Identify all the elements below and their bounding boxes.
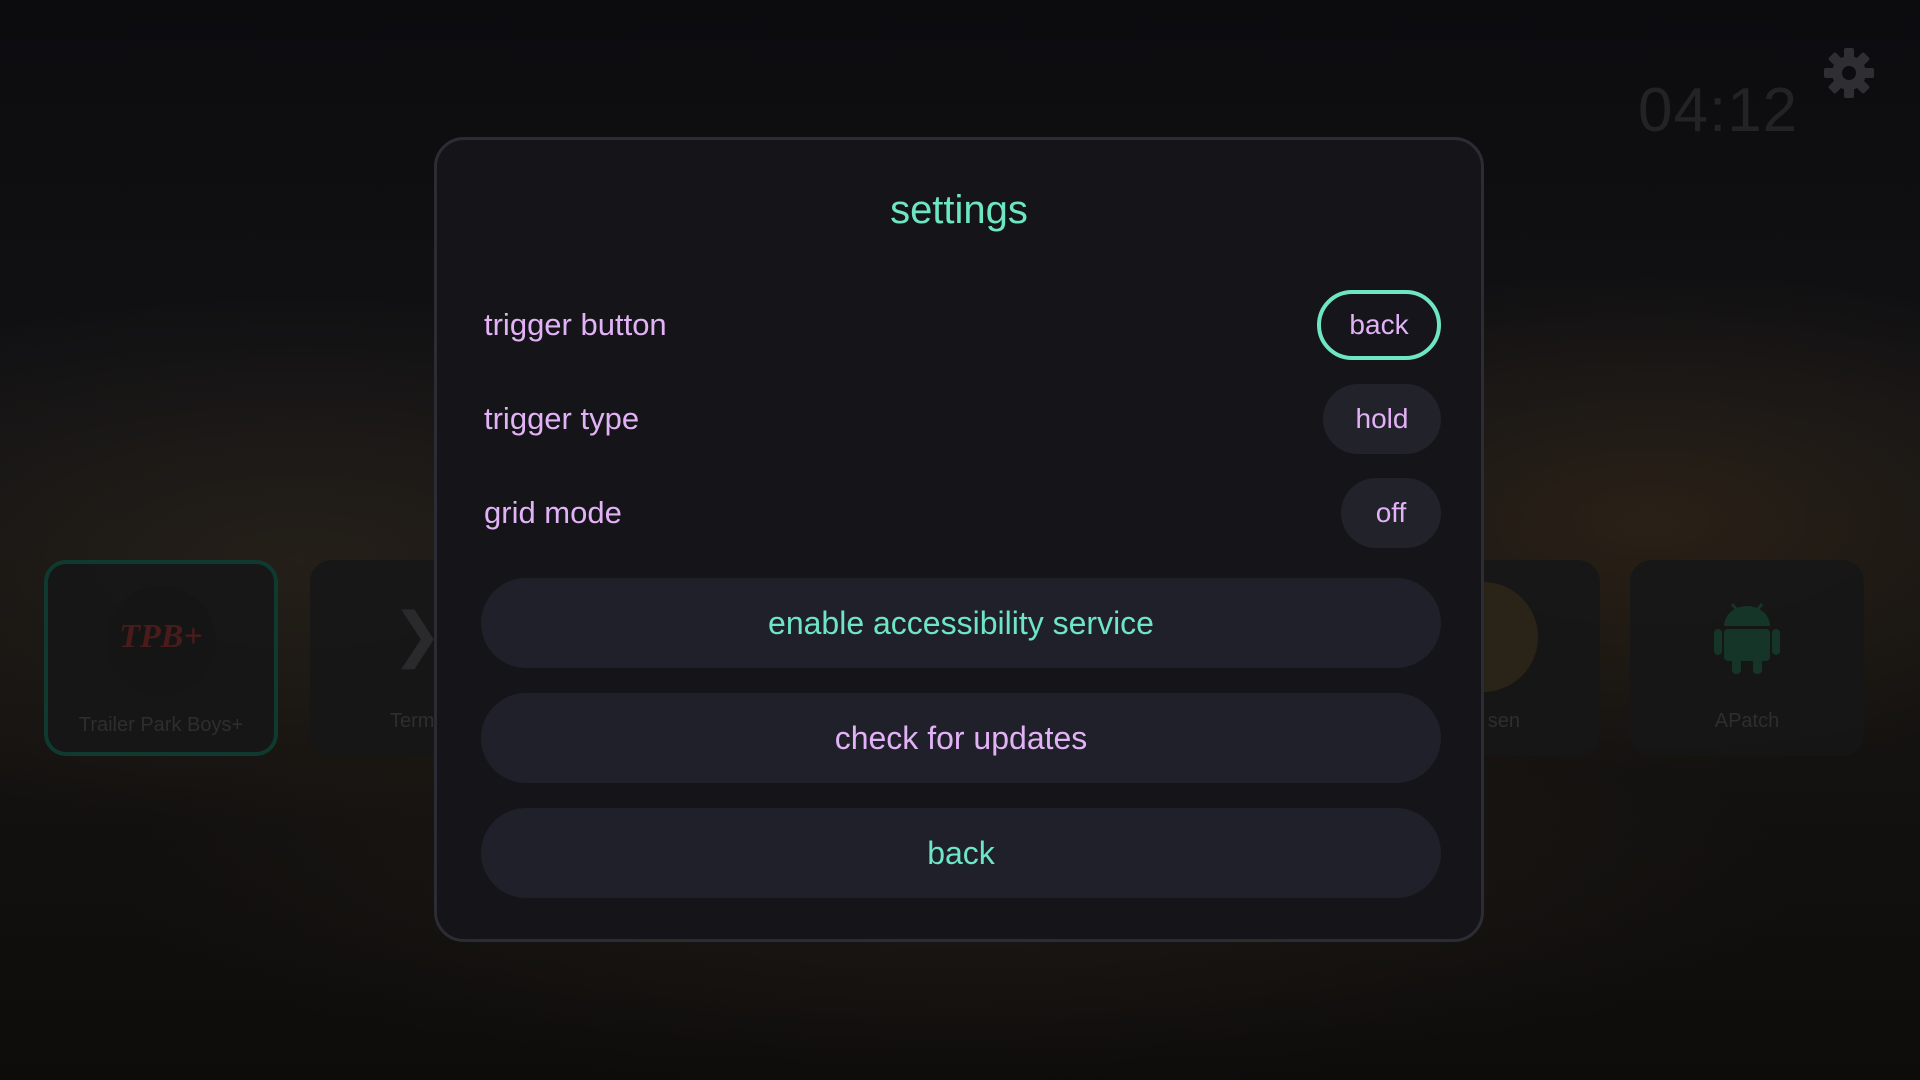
dialog-title: settings: [890, 188, 1028, 232]
launcher-screen: 04:12 TPB+ Trailer Park Boys+ ❯ Term sen…: [0, 0, 1920, 1080]
check-updates-button[interactable]: check for updates: [481, 693, 1441, 783]
tpb-logo: TPB+: [119, 618, 203, 655]
setting-label: grid mode: [484, 495, 622, 530]
android-icon: [1712, 596, 1782, 681]
setting-label: trigger type: [484, 401, 640, 436]
app-tile-label: APatch: [1714, 710, 1780, 732]
clock: 04:12: [1638, 76, 1799, 145]
app-tile-apatch[interactable]: APatch: [1630, 560, 1864, 756]
trigger-button-value[interactable]: back: [1317, 290, 1441, 360]
enable-accessibility-button[interactable]: enable accessibility service: [481, 578, 1441, 668]
setting-row-trigger-type: trigger type hold: [481, 384, 1441, 454]
gear-icon[interactable]: [1821, 45, 1877, 101]
setting-row-trigger-button: trigger button back: [481, 290, 1441, 360]
app-tile-label: Trailer Park Boys+: [78, 714, 244, 736]
grid-mode-value[interactable]: off: [1341, 478, 1441, 548]
setting-label: trigger button: [484, 307, 667, 342]
back-button[interactable]: back: [481, 808, 1441, 898]
trigger-type-value[interactable]: hold: [1323, 384, 1441, 454]
app-tile-trailer-park-boys[interactable]: TPB+ Trailer Park Boys+: [44, 560, 278, 756]
setting-row-grid-mode: grid mode off: [481, 478, 1441, 548]
settings-dialog: settings trigger button back trigger typ…: [434, 137, 1484, 942]
